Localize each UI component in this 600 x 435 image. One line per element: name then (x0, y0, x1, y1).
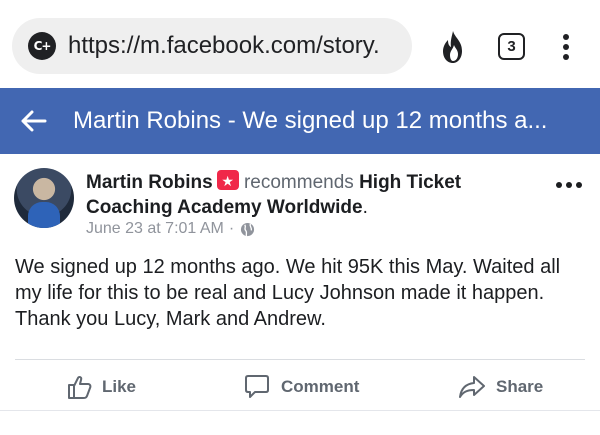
globe-icon (241, 222, 255, 236)
divider (15, 359, 585, 360)
recommendation-badge-icon (216, 169, 239, 194)
thumbs-up-icon (68, 375, 92, 399)
like-label: Like (102, 377, 137, 396)
period-text: . (362, 197, 368, 218)
action-bar: Like Comment Share (0, 366, 600, 408)
comment-button[interactable]: Comment (243, 366, 359, 408)
bottom-divider (0, 410, 600, 411)
site-info-icon[interactable]: C+ (28, 32, 56, 60)
address-bar[interactable]: C+ https://m.facebook.com/story. (12, 18, 412, 74)
post-body: We signed up 12 months ago. We hit 95K t… (15, 256, 561, 330)
comment-label: Comment (281, 377, 360, 396)
menu-icon[interactable] (560, 34, 572, 62)
share-icon (459, 376, 485, 398)
tabs-count-button[interactable]: 3 (498, 33, 525, 60)
recommends-text: recommends (243, 172, 354, 193)
share-button[interactable]: Share (458, 366, 543, 408)
browser-toolbar: C+ https://m.facebook.com/story. 3 (0, 0, 600, 85)
avatar[interactable] (14, 168, 74, 228)
header-title: Martin Robins - We signed up 12 months a… (73, 107, 548, 134)
url-text[interactable]: https://m.facebook.com/story. (68, 32, 380, 60)
more-options-icon[interactable] (556, 182, 582, 190)
fire-icon[interactable] (438, 30, 468, 64)
share-label: Share (496, 377, 544, 396)
story-header: Martin Robins - We signed up 12 months a… (0, 88, 600, 154)
timestamp[interactable]: June 23 at 7:01 AM (86, 220, 224, 238)
meta-separator: · (228, 220, 235, 237)
post-header-text: Martin Robins recommends High Ticket Coa… (86, 169, 536, 220)
back-arrow-icon[interactable] (18, 106, 48, 136)
like-button[interactable]: Like (66, 366, 136, 408)
author-name[interactable]: Martin Robins (86, 172, 213, 193)
comment-icon (245, 375, 269, 398)
post-meta: June 23 at 7:01 AM · (86, 220, 255, 238)
